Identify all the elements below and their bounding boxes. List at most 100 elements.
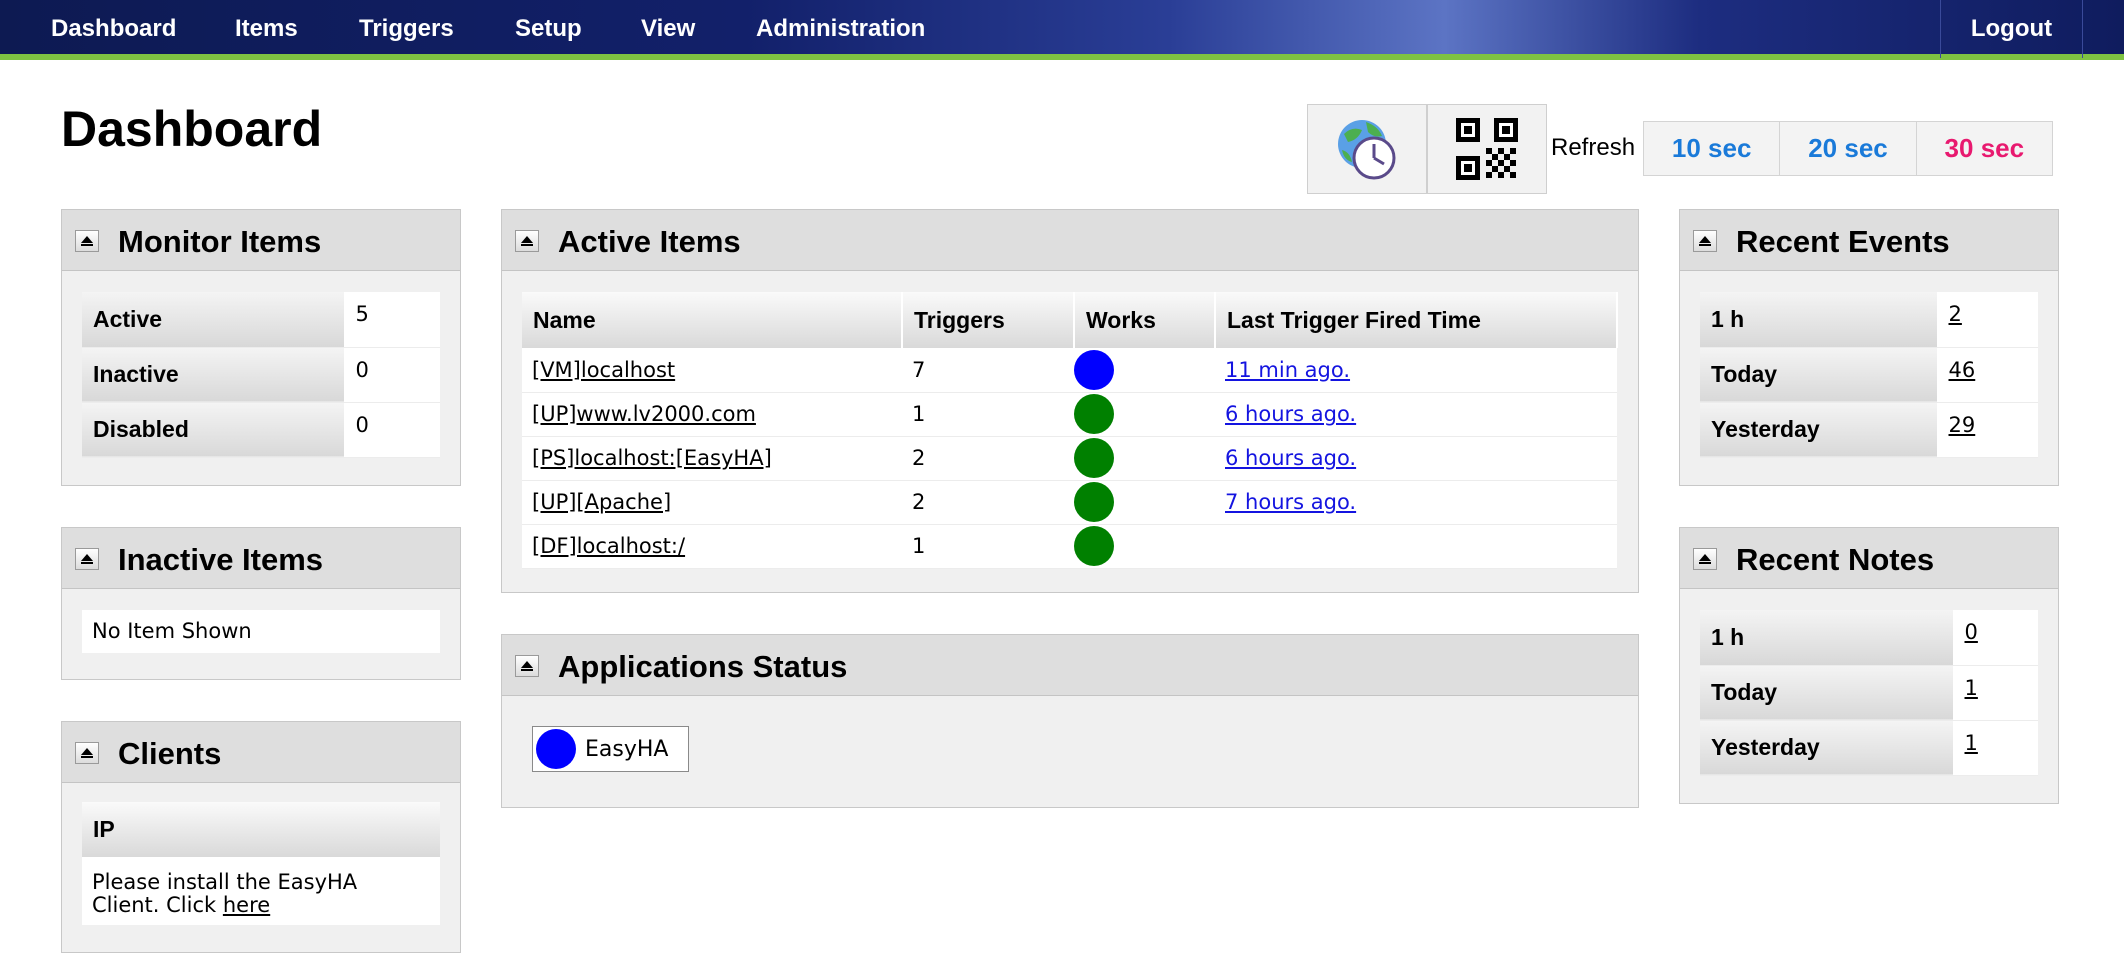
nav-view[interactable]: View <box>641 0 695 58</box>
note-count-link[interactable]: 1 <box>1965 731 1978 755</box>
active-items-title: Active Items <box>558 224 741 259</box>
recent-events-header: Recent Events <box>1680 210 2058 271</box>
recent-notes-table: 1 h 0 Today 1 Yesterday 1 <box>1700 610 2038 776</box>
row-label: Today <box>1700 665 1954 721</box>
app-status-dot-icon <box>536 729 576 769</box>
status-dot-icon <box>1074 482 1114 522</box>
item-triggers: 1 <box>902 524 1074 569</box>
applications-status-panel: Applications Status EasyHA <box>501 634 1639 808</box>
last-fired-link[interactable]: 11 min ago. <box>1225 358 1350 382</box>
recent-notes-title: Recent Notes <box>1736 542 1935 577</box>
note-count-link[interactable]: 1 <box>1965 676 1978 700</box>
row-label: 1 h <box>1700 292 1938 348</box>
app-status-chip[interactable]: EasyHA <box>532 726 690 772</box>
top-nav-bar: Dashboard Items Triggers Setup View Admi… <box>0 0 2124 60</box>
row-value: 0 <box>344 347 440 403</box>
row-value: 0 <box>344 402 440 458</box>
qr-code-icon <box>1456 118 1518 180</box>
last-fired-link[interactable]: 6 hours ago. <box>1225 402 1356 426</box>
page-title: Dashboard <box>61 101 323 157</box>
collapse-icon[interactable] <box>75 548 99 570</box>
install-client-link[interactable]: here <box>223 893 270 917</box>
monitor-items-title: Monitor Items <box>118 224 322 259</box>
row-label: Yesterday <box>1700 720 1954 776</box>
monitor-items-table: Active 5 Inactive 0 Disabled 0 <box>82 292 440 458</box>
event-count-link[interactable]: 2 <box>1949 302 1962 326</box>
collapse-icon[interactable] <box>75 230 99 252</box>
world-clock-button[interactable] <box>1307 104 1427 194</box>
column-header-name[interactable]: Name <box>522 292 903 348</box>
nav-items[interactable]: Items <box>235 0 298 58</box>
item-name-link[interactable]: [VM]localhost <box>532 358 675 382</box>
table-row: [UP][Apache] 2 7 hours ago. <box>522 480 1617 525</box>
monitor-items-header: Monitor Items <box>62 210 460 271</box>
nav-administration[interactable]: Administration <box>756 0 925 58</box>
table-header-row: Name Triggers Works Last Trigger Fired T… <box>522 292 1618 348</box>
clients-title: Clients <box>118 736 222 771</box>
collapse-icon[interactable] <box>1693 230 1717 252</box>
item-triggers: 2 <box>902 480 1074 525</box>
column-header-last-fired[interactable]: Last Trigger Fired Time <box>1215 292 1618 348</box>
table-row: Disabled 0 <box>82 402 440 458</box>
inactive-items-panel: Inactive Items No Item Shown <box>61 527 461 680</box>
row-label: Disabled <box>82 402 345 458</box>
item-name-link[interactable]: [UP][Apache] <box>532 490 671 514</box>
note-count-link[interactable]: 0 <box>1965 620 1978 644</box>
collapse-icon[interactable] <box>515 230 539 252</box>
recent-events-table: 1 h 2 Today 46 Yesterday 29 <box>1700 292 2038 458</box>
inactive-items-header: Inactive Items <box>62 528 460 589</box>
event-count-link[interactable]: 29 <box>1949 413 1976 437</box>
row-label: 1 h <box>1700 610 1954 666</box>
row-label: Inactive <box>82 347 345 403</box>
inactive-items-title: Inactive Items <box>118 542 324 577</box>
nav-triggers[interactable]: Triggers <box>359 0 454 58</box>
item-name-link[interactable]: [UP]www.lv2000.com <box>532 402 756 426</box>
event-count-link[interactable]: 46 <box>1949 358 1976 382</box>
table-row: Yesterday 1 <box>1700 720 2038 776</box>
item-name-link[interactable]: [PS]localhost:[EasyHA] <box>532 446 772 470</box>
refresh-10-sec[interactable]: 10 sec <box>1644 122 1781 175</box>
nav-dashboard[interactable]: Dashboard <box>51 0 176 58</box>
item-triggers: 7 <box>902 348 1074 393</box>
row-label: Active <box>82 292 345 348</box>
clients-header: Clients <box>62 722 460 783</box>
monitor-items-panel: Monitor Items Active 5 Inactive 0 Disabl… <box>61 209 461 486</box>
table-row: 1 h 2 <box>1700 292 2038 348</box>
column-header-works[interactable]: Works <box>1074 292 1216 348</box>
nav-logout[interactable]: Logout <box>1941 0 2082 58</box>
last-fired-link[interactable]: 6 hours ago. <box>1225 446 1356 470</box>
refresh-30-sec[interactable]: 30 sec <box>1917 122 2052 175</box>
refresh-20-sec[interactable]: 20 sec <box>1780 122 1917 175</box>
status-dot-icon <box>1074 438 1114 478</box>
table-row: Today 46 <box>1700 347 2038 403</box>
clients-ip-column-header: IP <box>82 802 440 857</box>
table-row: Inactive 0 <box>82 347 440 403</box>
collapse-icon[interactable] <box>515 655 539 677</box>
collapse-icon[interactable] <box>75 742 99 764</box>
app-name: EasyHA <box>585 736 669 762</box>
install-client-message: Please install the EasyHA Client. Click … <box>82 857 440 925</box>
table-row: [UP]www.lv2000.com 1 6 hours ago. <box>522 392 1617 437</box>
empty-state-text: No Item Shown <box>82 610 440 653</box>
last-fired-link[interactable]: 7 hours ago. <box>1225 490 1356 514</box>
refresh-options: 10 sec 20 sec 30 sec <box>1643 121 2053 176</box>
qr-code-button[interactable] <box>1427 104 1547 194</box>
applications-status-header: Applications Status <box>502 635 1638 696</box>
collapse-icon[interactable] <box>1693 548 1717 570</box>
nav-setup[interactable]: Setup <box>515 0 582 58</box>
item-triggers: 2 <box>902 436 1074 481</box>
table-row: [VM]localhost 7 11 min ago. <box>522 348 1617 393</box>
status-dot-icon <box>1074 526 1114 566</box>
column-header-triggers[interactable]: Triggers <box>902 292 1075 348</box>
table-row: Yesterday 29 <box>1700 402 2038 458</box>
world-clock-icon <box>1338 120 1396 180</box>
recent-events-panel: Recent Events 1 h 2 Today 46 Yesterday 2… <box>1679 209 2059 486</box>
refresh-label: Refresh <box>1551 134 1636 161</box>
table-row: [PS]localhost:[EasyHA] 2 6 hours ago. <box>522 436 1617 481</box>
row-label: Today <box>1700 347 1938 403</box>
active-items-header: Active Items <box>502 210 1638 271</box>
item-name-link[interactable]: [DF]localhost:/ <box>532 534 685 558</box>
active-items-panel: Active Items Name Triggers Works Last Tr… <box>501 209 1639 593</box>
table-row: 1 h 0 <box>1700 610 2038 666</box>
recent-notes-panel: Recent Notes 1 h 0 Today 1 Yesterday 1 <box>1679 527 2059 804</box>
